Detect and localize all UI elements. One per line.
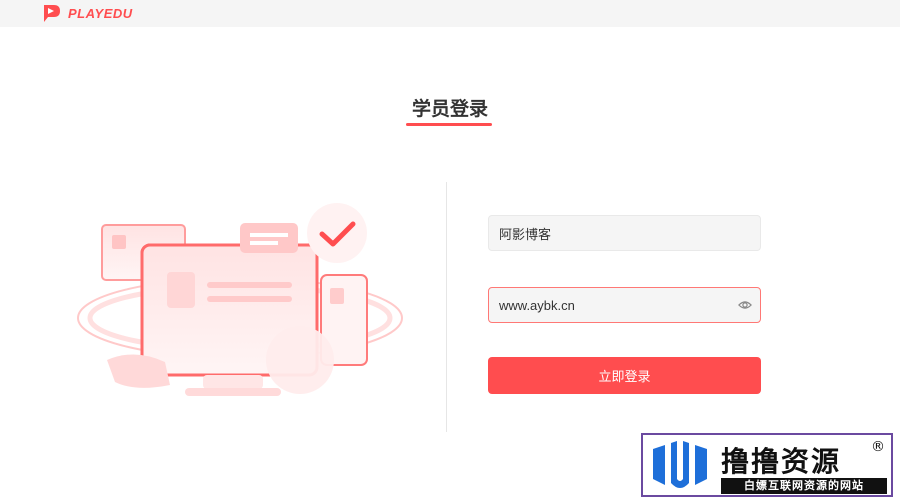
- eye-icon[interactable]: [738, 298, 752, 312]
- play-logo-icon: [42, 5, 60, 22]
- brand-name: PLAYEDU: [68, 5, 133, 21]
- username-field[interactable]: [488, 215, 761, 251]
- password-field[interactable]: [488, 287, 761, 323]
- title-underline: [406, 123, 492, 126]
- top-bar: PLAYEDU: [0, 0, 900, 27]
- vertical-divider: [446, 182, 447, 432]
- login-button[interactable]: 立即登录: [488, 357, 761, 394]
- water-drop-logo-icon: [653, 441, 707, 488]
- password-input[interactable]: [497, 296, 738, 314]
- registered-mark: ®: [871, 439, 885, 455]
- brand-logo[interactable]: PLAYEDU: [40, 2, 133, 24]
- page-title: 学员登录: [411, 98, 488, 120]
- watermark-subtitle: 白嫖互联网资源的网站: [721, 478, 887, 494]
- username-input[interactable]: [497, 224, 752, 242]
- login-illustration: [77, 203, 403, 396]
- watermark-title: 撸撸资源: [721, 445, 842, 478]
- watermark-badge: 撸撸资源 ® 白嫖互联网资源的网站: [641, 433, 893, 497]
